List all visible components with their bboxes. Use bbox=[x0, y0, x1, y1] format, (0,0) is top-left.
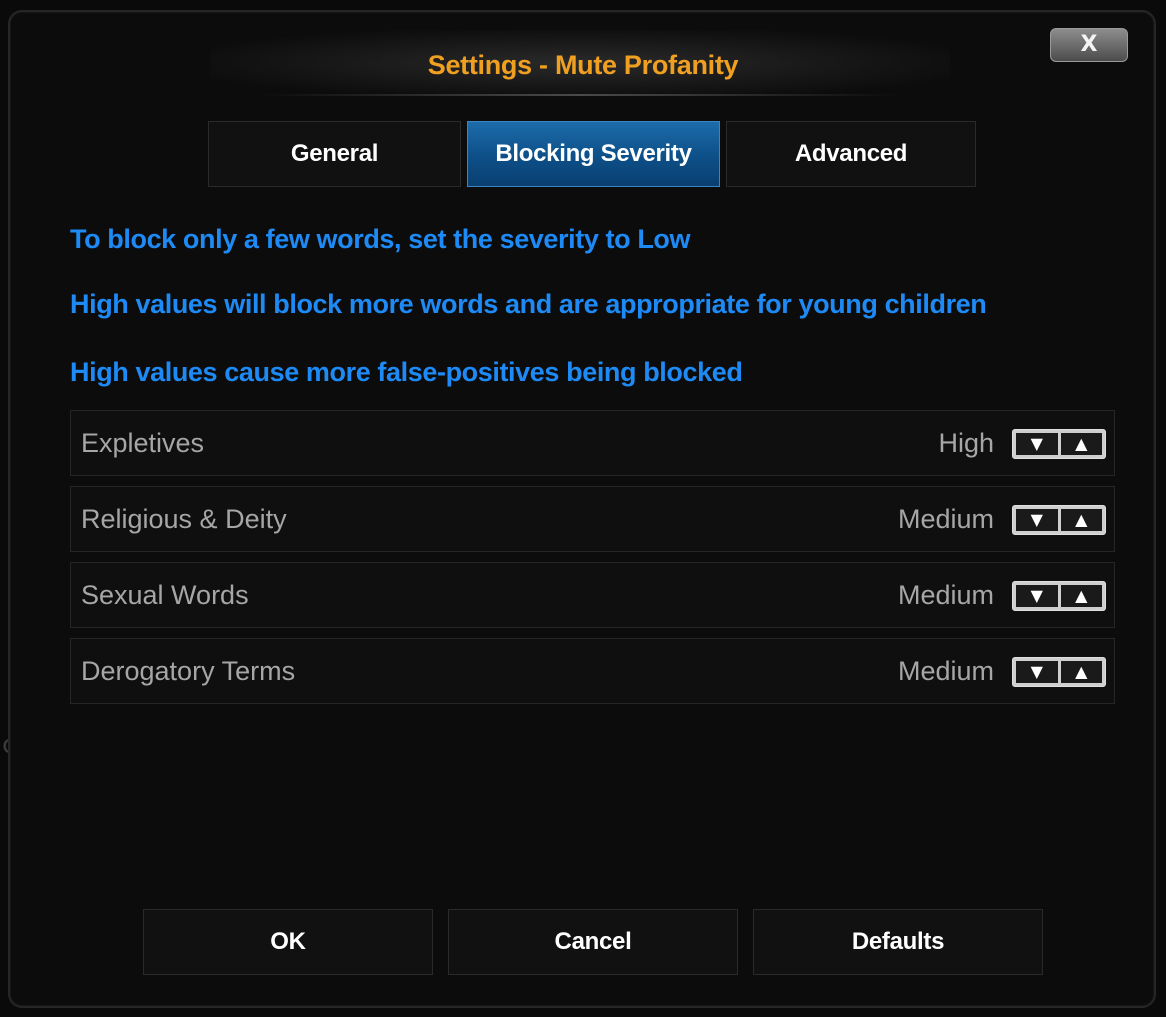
close-icon: X bbox=[1080, 32, 1098, 57]
increase-arrow-icon[interactable]: ▲ bbox=[1060, 509, 1102, 531]
increase-arrow-icon[interactable]: ▲ bbox=[1060, 585, 1102, 607]
setting-row-expletives[interactable]: Expletives High ▼ ▲ bbox=[70, 410, 1115, 476]
info-text-false-positives: High values cause more false-positives b… bbox=[70, 357, 743, 387]
increase-arrow-icon[interactable]: ▲ bbox=[1060, 661, 1102, 683]
tab-blocking-severity[interactable]: Blocking Severity bbox=[467, 121, 720, 187]
decrease-arrow-icon[interactable]: ▼ bbox=[1016, 433, 1058, 455]
setting-label: Derogatory Terms bbox=[81, 656, 296, 686]
setting-row-sexual-words[interactable]: Sexual Words Medium ▼ ▲ bbox=[70, 562, 1115, 628]
tab-advanced[interactable]: Advanced bbox=[726, 121, 976, 187]
setting-row-religious-deity[interactable]: Religious & Deity Medium ▼ ▲ bbox=[70, 486, 1115, 552]
severity-spinner: ▼ ▲ bbox=[1012, 581, 1106, 611]
decrease-arrow-icon[interactable]: ▼ bbox=[1016, 509, 1058, 531]
decrease-arrow-icon[interactable]: ▼ bbox=[1016, 585, 1058, 607]
severity-spinner: ▼ ▲ bbox=[1012, 505, 1106, 535]
setting-value: High bbox=[938, 428, 994, 458]
setting-label: Expletives bbox=[81, 428, 205, 458]
setting-value: Medium bbox=[897, 504, 994, 534]
severity-spinner: ▼ ▲ bbox=[1012, 429, 1106, 459]
setting-row-derogatory-terms[interactable]: Derogatory Terms Medium ▼ ▲ bbox=[70, 638, 1115, 704]
dialog-title: Settings - Mute Profanity bbox=[427, 50, 739, 80]
decrease-arrow-icon[interactable]: ▼ bbox=[1016, 661, 1058, 683]
cancel-button[interactable]: Cancel bbox=[448, 909, 738, 975]
defaults-button[interactable]: Defaults bbox=[753, 909, 1043, 975]
info-text-high-values: High values will block more words and ar… bbox=[70, 289, 987, 319]
setting-value: Medium bbox=[897, 580, 994, 610]
increase-arrow-icon[interactable]: ▲ bbox=[1060, 433, 1102, 455]
info-text-low-severity: To block only a few words, set the sever… bbox=[70, 224, 691, 254]
close-button[interactable]: X bbox=[1050, 28, 1128, 62]
setting-label: Religious & Deity bbox=[81, 504, 287, 534]
tab-general[interactable]: General bbox=[208, 121, 461, 187]
ok-button[interactable]: OK bbox=[143, 909, 433, 975]
title-divider bbox=[260, 94, 900, 96]
setting-value: Medium bbox=[897, 656, 994, 686]
severity-spinner: ▼ ▲ bbox=[1012, 657, 1106, 687]
setting-label: Sexual Words bbox=[81, 580, 249, 610]
